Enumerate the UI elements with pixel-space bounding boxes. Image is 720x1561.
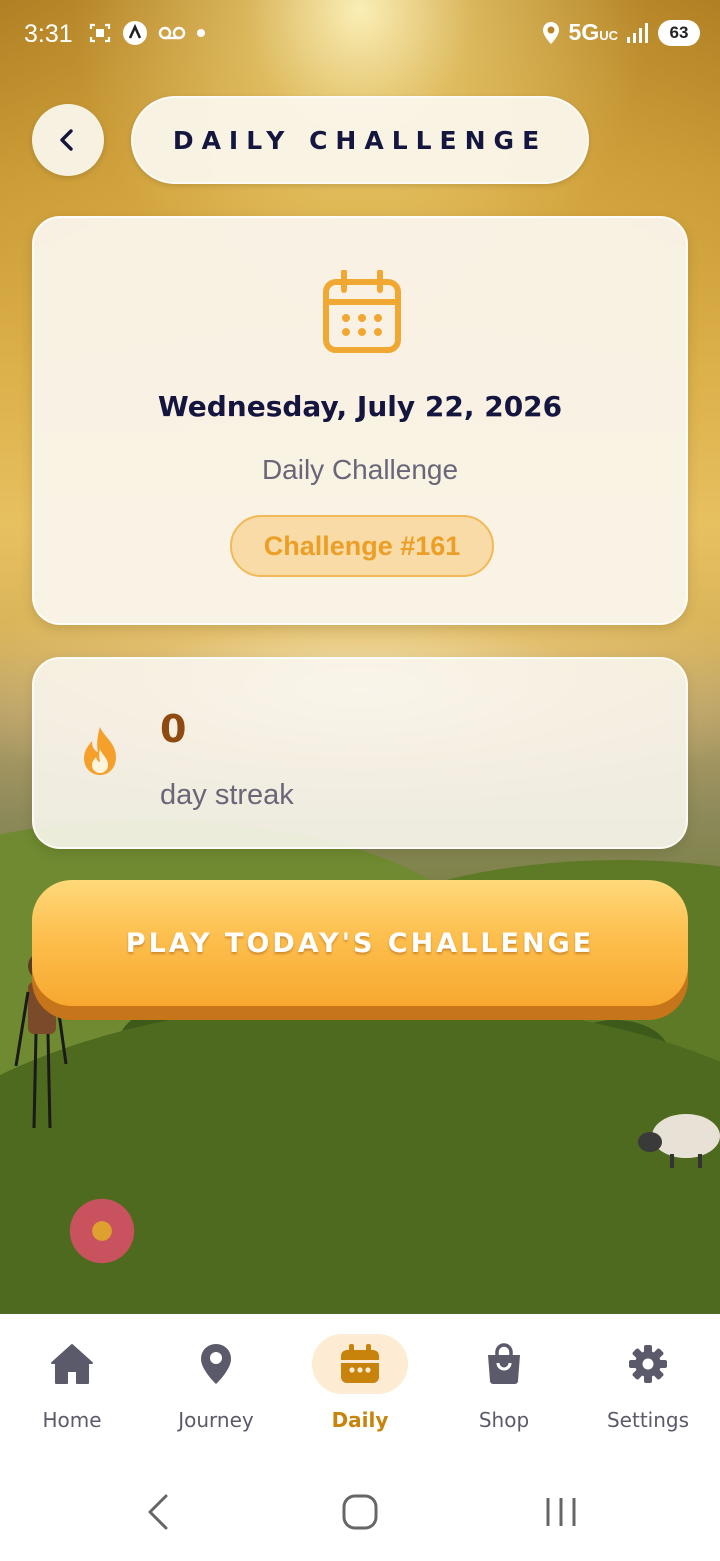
network-label: 5GUC (568, 19, 618, 45)
nav-icon-container (600, 1334, 696, 1394)
screenshot-icon (89, 23, 111, 43)
location-icon (542, 21, 559, 44)
back-button[interactable] (32, 104, 104, 176)
nav-label-home: Home (42, 1408, 102, 1432)
nav-icon-container (168, 1334, 264, 1394)
gear-icon (629, 1345, 667, 1383)
nav-icon-container (312, 1334, 408, 1394)
flame-icon (84, 727, 116, 775)
challenge-number-badge: Challenge #161 (230, 515, 494, 577)
calendar-icon (341, 1344, 379, 1383)
voicemail-icon (158, 26, 186, 40)
battery-indicator: 63 (658, 19, 700, 46)
app-notification-icon (123, 21, 147, 45)
nav-icon-container (456, 1334, 552, 1394)
nav-label-shop: Shop (478, 1408, 530, 1432)
page-title: DAILY CHALLENGE (172, 125, 548, 155)
status-time: 3:31 (24, 20, 73, 48)
play-button-label: PLAY TODAY'S CHALLENGE (125, 927, 595, 959)
calendar-icon (323, 270, 401, 353)
nav-label-settings: Settings (606, 1408, 690, 1432)
nav-label-daily: Daily (331, 1408, 389, 1432)
hill (0, 1000, 720, 1314)
map-pin-icon (201, 1344, 231, 1384)
challenge-date: Wednesday, July 22, 2026 (157, 390, 563, 423)
status-right: 5GUC 63 (541, 19, 700, 46)
nav-item-home[interactable]: Home (0, 1334, 144, 1444)
flower (62, 1196, 142, 1266)
page-title-pill: DAILY CHALLENGE (131, 96, 589, 184)
dot-icon (197, 29, 205, 37)
system-home-button[interactable] (340, 1492, 380, 1532)
sheep (638, 1114, 720, 1168)
nav-label-journey: Journey (178, 1408, 254, 1432)
chevron-left-icon (60, 129, 73, 151)
status-bar: 3:31 5GUC 63 (0, 0, 720, 68)
status-notifications (88, 20, 206, 46)
bottom-navigation: Home Journey Daily Shop Settings (0, 1314, 720, 1456)
system-navigation-bar (0, 1456, 720, 1561)
challenge-subtitle: Daily Challenge (261, 454, 459, 485)
streak-label: day streak (160, 779, 294, 811)
nav-item-daily[interactable]: Daily (288, 1334, 432, 1444)
streak-count: 0 (160, 707, 187, 751)
signal-icon (627, 22, 648, 43)
system-recents-button[interactable] (544, 1492, 578, 1532)
nav-item-journey[interactable]: Journey (144, 1334, 288, 1444)
nav-item-settings[interactable]: Settings (576, 1334, 720, 1444)
nav-item-shop[interactable]: Shop (432, 1334, 576, 1444)
play-challenge-button[interactable]: PLAY TODAY'S CHALLENGE (32, 880, 688, 1006)
shopping-bag-icon (488, 1343, 520, 1384)
challenge-card: Wednesday, July 22, 2026 Daily Challenge… (32, 216, 688, 625)
streak-card: 0 day streak (32, 657, 688, 849)
nav-icon-container (24, 1334, 120, 1394)
system-back-button[interactable] (144, 1492, 172, 1532)
home-icon (51, 1344, 93, 1384)
